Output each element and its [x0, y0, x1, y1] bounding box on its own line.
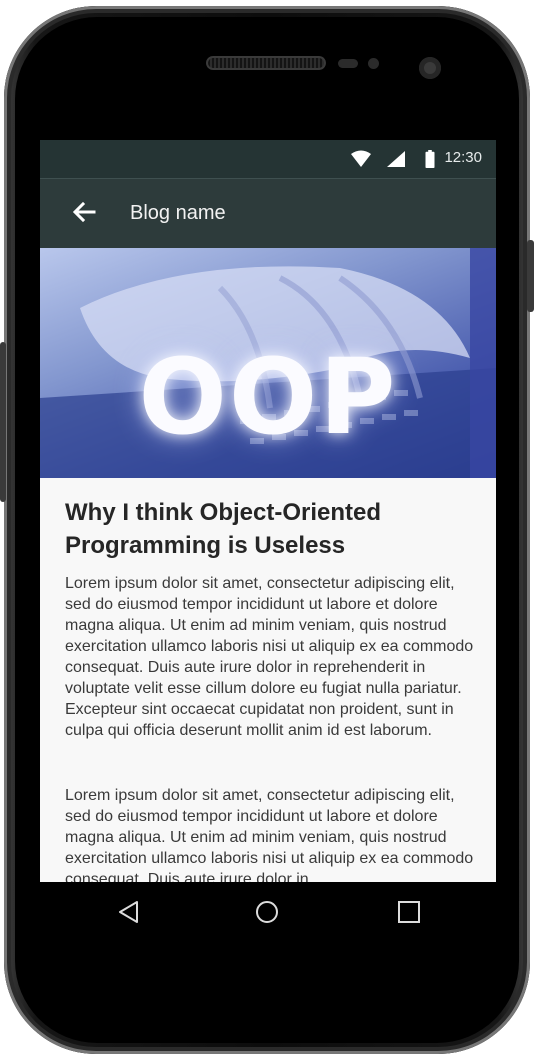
- hero-text: OOP: [138, 336, 398, 458]
- back-triangle-icon[interactable]: [114, 897, 144, 927]
- wifi-icon: [351, 150, 371, 167]
- article-body: Why I think Object-Oriented Programming …: [40, 478, 496, 882]
- light-sensor: [368, 58, 379, 69]
- battery-icon: [425, 150, 435, 168]
- app-title: Blog name: [130, 202, 226, 224]
- navigation-bar: [40, 882, 496, 944]
- recents-square-icon[interactable]: [394, 897, 424, 927]
- article-title: Why I think Object-Oriented Programming …: [65, 499, 382, 559]
- phone-screen: 12:30 Blog name OOP Why I think Object-O…: [40, 140, 496, 902]
- power-button: [527, 240, 534, 312]
- cell-signal-icon: [387, 151, 405, 167]
- arrow-left-icon[interactable]: [68, 197, 100, 229]
- volume-button: [0, 342, 6, 502]
- front-camera: [419, 57, 441, 79]
- article-paragraph: Lorem ipsum dolor sit amet, consectetur …: [65, 575, 474, 739]
- article-hero-image: OOP: [40, 248, 496, 478]
- article-paragraph: Lorem ipsum dolor sit amet, consectetur …: [65, 787, 474, 882]
- proximity-sensor: [338, 59, 358, 68]
- earpiece-speaker: [206, 56, 326, 70]
- status-bar: 12:30: [40, 140, 496, 179]
- status-time: 12:30: [444, 149, 482, 166]
- app-bar: Blog name: [40, 179, 496, 248]
- home-circle-icon[interactable]: [252, 897, 282, 927]
